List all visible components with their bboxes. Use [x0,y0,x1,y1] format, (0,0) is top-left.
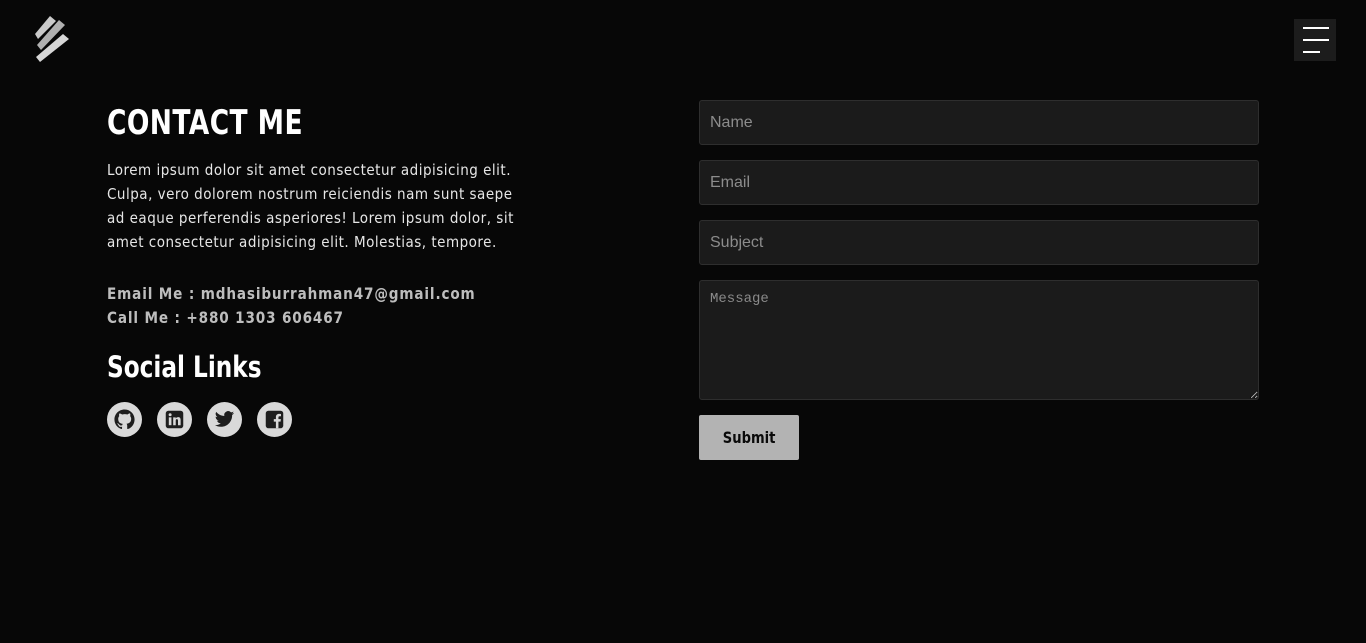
menu-line [1303,27,1329,29]
facebook-link[interactable] [257,402,292,437]
linkedin-icon [165,410,184,429]
social-links-title: Social Links [107,350,262,384]
submit-button[interactable]: Submit [699,415,799,460]
social-links [107,402,527,437]
menu-line [1303,39,1329,41]
page-title: CONTACT ME [107,103,303,143]
menu-line [1303,51,1320,53]
email-input[interactable] [699,160,1259,205]
twitter-icon [214,411,235,427]
contact-form: Submit [699,100,1259,460]
contact-description: Lorem ipsum dolor sit amet consectetur a… [107,161,514,251]
contact-page: CONTACT ME Lorem ipsum dolor sit amet co… [0,0,1366,643]
name-input[interactable] [699,100,1259,145]
message-textarea[interactable] [699,280,1259,400]
phone-line: Call Me : +880 1303 606467 [107,308,344,327]
linkedin-link[interactable] [157,402,192,437]
github-icon [114,409,135,430]
subject-input[interactable] [699,220,1259,265]
contact-info-section: CONTACT ME Lorem ipsum dolor sit amet co… [107,100,527,437]
github-link[interactable] [107,402,142,437]
logo-icon[interactable] [35,15,69,63]
twitter-link[interactable] [207,402,242,437]
contact-details: Email Me : mdhasiburrahman47@gmail.com C… [107,282,476,330]
submit-button-label: Submit [722,428,776,447]
email-line: Email Me : mdhasiburrahman47@gmail.com [107,284,476,303]
hamburger-menu-button[interactable] [1294,19,1336,61]
facebook-icon [265,410,284,429]
